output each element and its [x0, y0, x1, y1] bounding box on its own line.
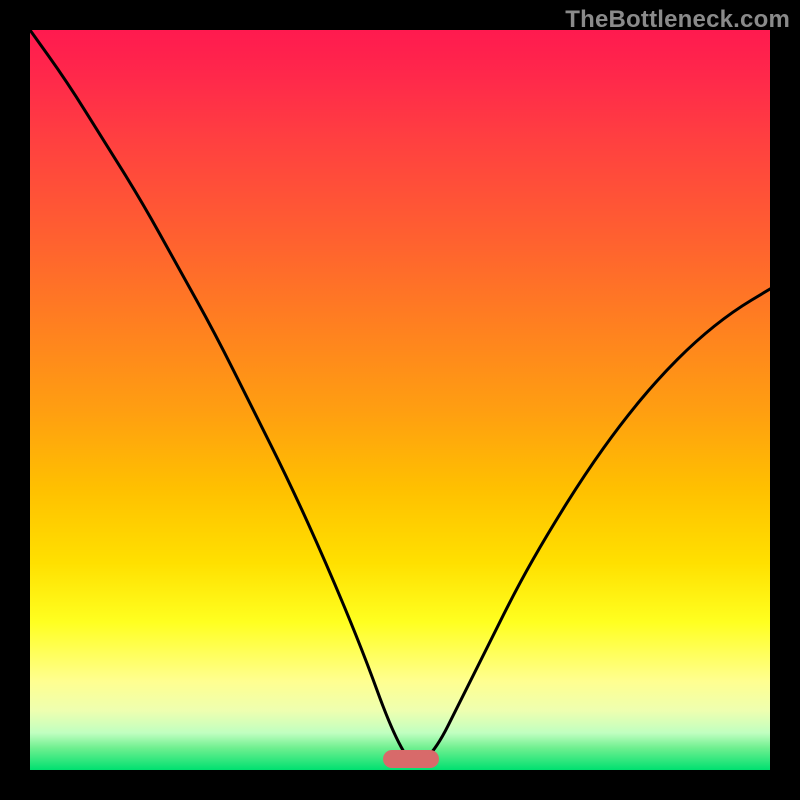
- bottleneck-curve: [30, 30, 770, 763]
- optimum-marker: [383, 750, 439, 768]
- chart-frame: TheBottleneck.com: [0, 0, 800, 800]
- watermark-text: TheBottleneck.com: [565, 6, 790, 34]
- curve-layer: [30, 30, 770, 770]
